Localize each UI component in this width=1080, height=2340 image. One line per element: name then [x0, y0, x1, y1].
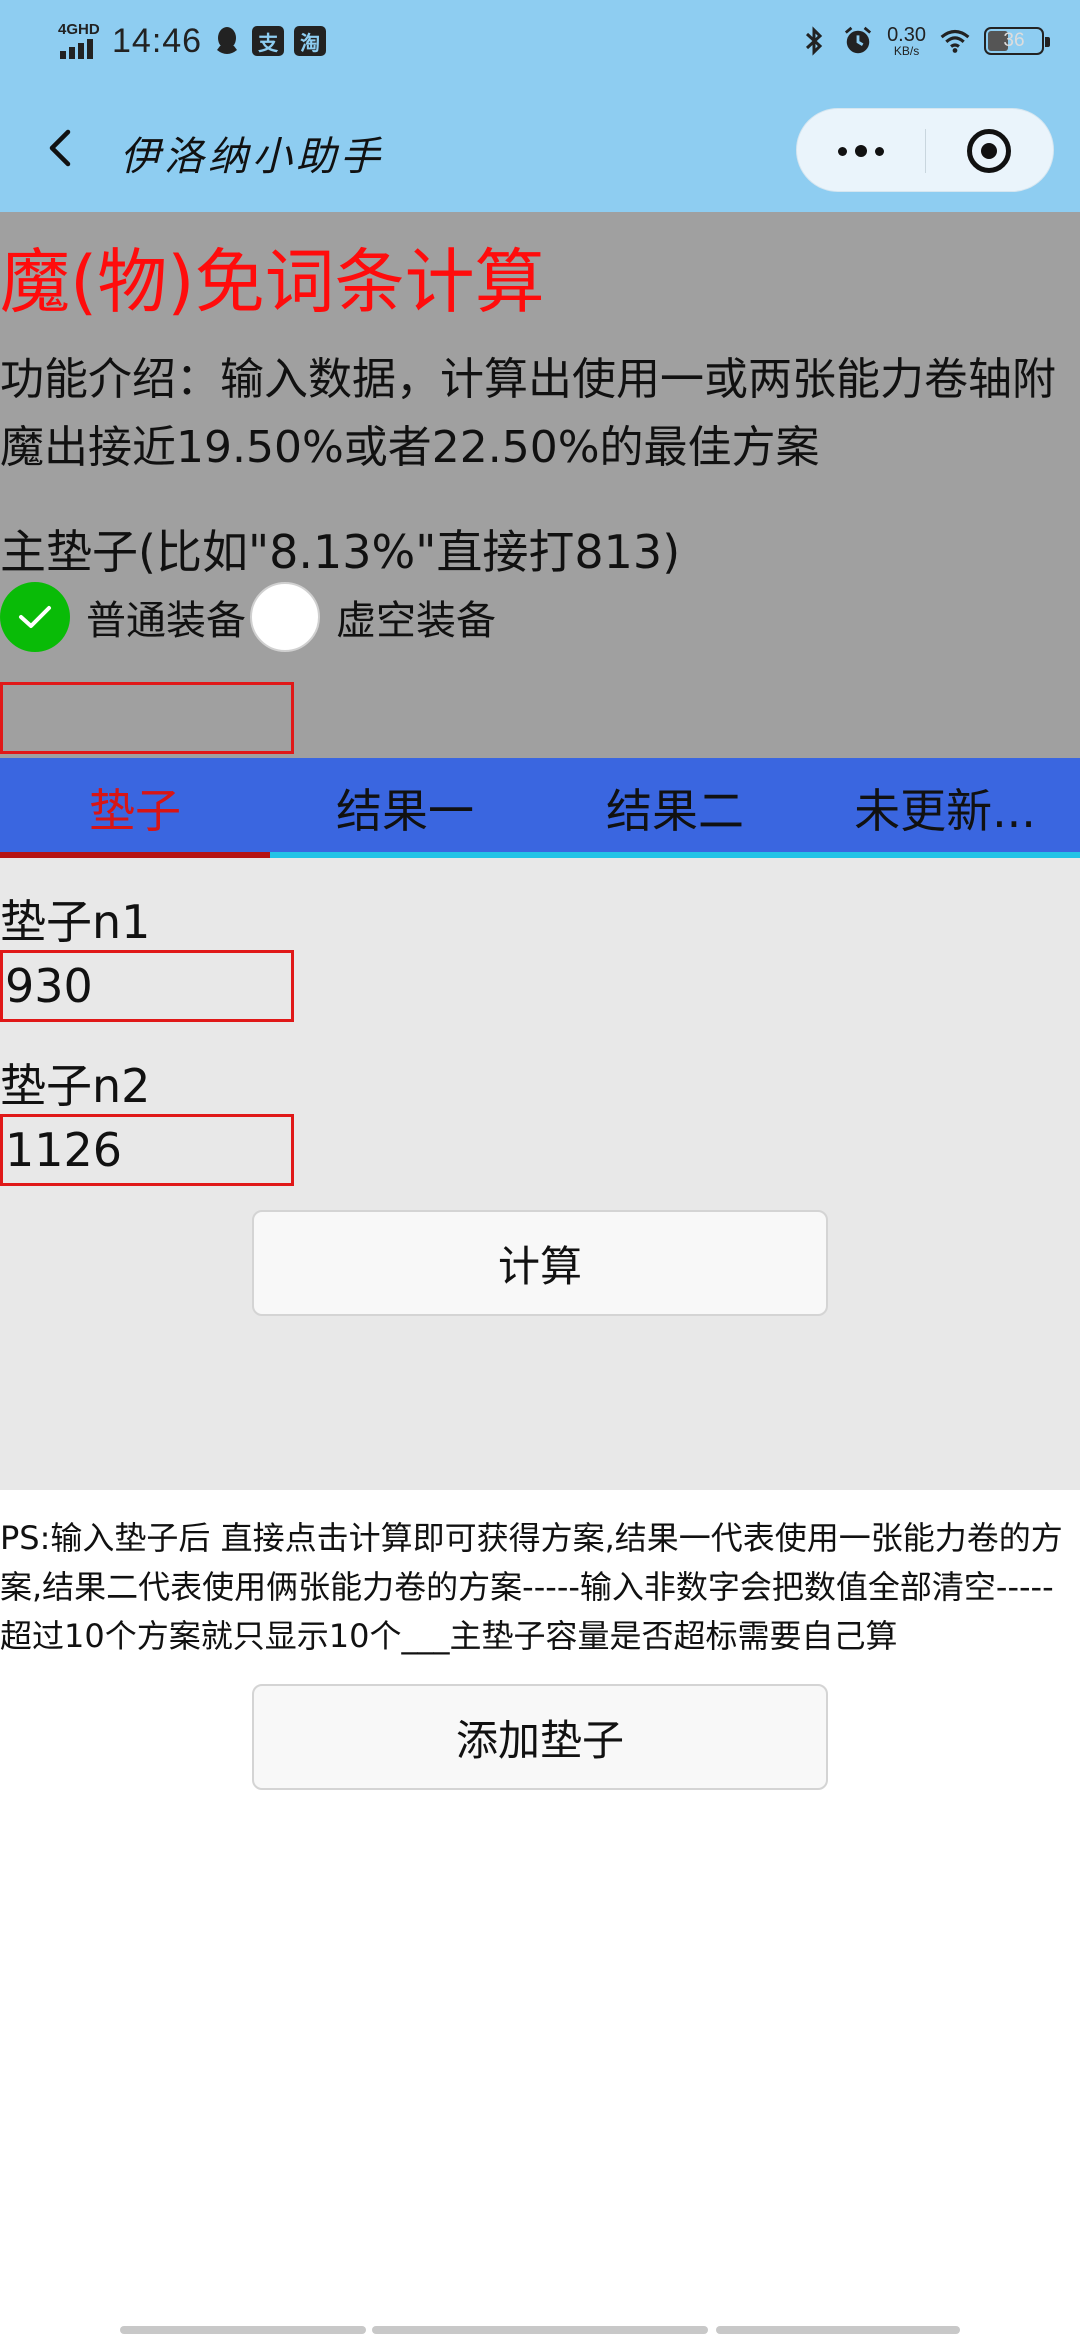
- result-tabs: 垫子 结果一 结果二 未更新...: [0, 758, 1080, 858]
- add-pad-button[interactable]: 添加垫子: [252, 1684, 828, 1790]
- tab-label: 垫子: [89, 784, 181, 838]
- calculate-button[interactable]: 计算: [252, 1210, 828, 1316]
- main-pad-label: 主垫子(比如"8.13%"直接打813): [0, 525, 681, 579]
- more-button[interactable]: [797, 109, 925, 193]
- radio-void-label: 虚空装备: [336, 598, 496, 644]
- wifi-icon: [940, 26, 970, 56]
- intro-section: 魔(物)免词条计算 功能介绍：输入数据，计算出使用一或两张能力卷轴附魔出接近19…: [0, 212, 1080, 758]
- alarm-icon: [843, 26, 873, 56]
- pad-n2-label: 垫子n2: [0, 1059, 151, 1113]
- speed-value: 0.30: [887, 24, 926, 46]
- tab-label: 结果二: [606, 784, 744, 838]
- close-miniprogram-button[interactable]: [967, 129, 1011, 173]
- radio-normal-label: 普通装备: [86, 598, 246, 644]
- battery-icon: 36: [984, 27, 1050, 55]
- app-title: 伊洛纳小助手: [120, 134, 384, 180]
- back-button[interactable]: [40, 118, 80, 178]
- tab-label: 未更新...: [854, 784, 1036, 838]
- check-icon: [19, 606, 51, 628]
- feature-description: 功能介绍：输入数据，计算出使用一或两张能力卷轴附魔出接近19.50%或者22.5…: [0, 354, 1056, 473]
- tab-label: 结果一: [336, 784, 474, 838]
- tab-pads[interactable]: 垫子: [0, 758, 270, 858]
- network-speed: 0.30 KB/s: [887, 25, 926, 57]
- chevron-left-icon: [49, 129, 71, 167]
- pad-n2-input[interactable]: 1126: [0, 1114, 294, 1186]
- taobao-icon: 淘: [294, 26, 327, 56]
- qq-icon: [212, 26, 242, 56]
- pad-n1-label: 垫子n1: [0, 895, 151, 949]
- home-indicator: [120, 2326, 366, 2334]
- battery-level: 36: [1003, 30, 1025, 51]
- tab-result-one[interactable]: 结果一: [270, 758, 540, 858]
- page-title: 魔(物)免词条计算: [0, 241, 545, 323]
- radio-void-equipment[interactable]: [250, 582, 320, 652]
- bluetooth-icon: [799, 26, 829, 56]
- miniprogram-capsule: [796, 108, 1054, 192]
- radio-normal-equipment[interactable]: [0, 582, 70, 652]
- signal-icon: 4GHD: [58, 21, 102, 61]
- tab-not-updated[interactable]: 未更新...: [810, 758, 1080, 858]
- home-indicator: [372, 2326, 708, 2334]
- clock: 14:46: [112, 21, 203, 60]
- nav-bar: 伊洛纳小助手: [0, 82, 1080, 212]
- home-indicator: [716, 2326, 960, 2334]
- status-right: 0.30 KB/s 36: [799, 18, 1050, 64]
- main-pad-input[interactable]: [0, 682, 294, 754]
- network-type: 4GHD: [58, 21, 100, 38]
- ps-note: PS:输入垫子后 直接点击计算即可获得方案,结果一代表使用一张能力卷的方案,结果…: [0, 1519, 1063, 1655]
- speed-unit: KB/s: [893, 44, 920, 58]
- status-left: 4GHD 14:46 支 淘: [58, 18, 327, 64]
- status-bar: 4GHD 14:46 支 淘 0.30 KB/s 36: [0, 0, 1080, 82]
- tab-result-two[interactable]: 结果二: [540, 758, 810, 858]
- equipment-type-radio-group: 普通装备 虚空装备: [0, 582, 496, 652]
- alipay-icon: 支: [252, 26, 285, 56]
- pad-input-panel: 垫子n1 930 垫子n2 1126 计算: [0, 858, 1080, 1490]
- capsule-divider: [925, 129, 926, 173]
- more-dots-icon: [838, 146, 847, 156]
- pad-n1-input[interactable]: 930: [0, 950, 294, 1022]
